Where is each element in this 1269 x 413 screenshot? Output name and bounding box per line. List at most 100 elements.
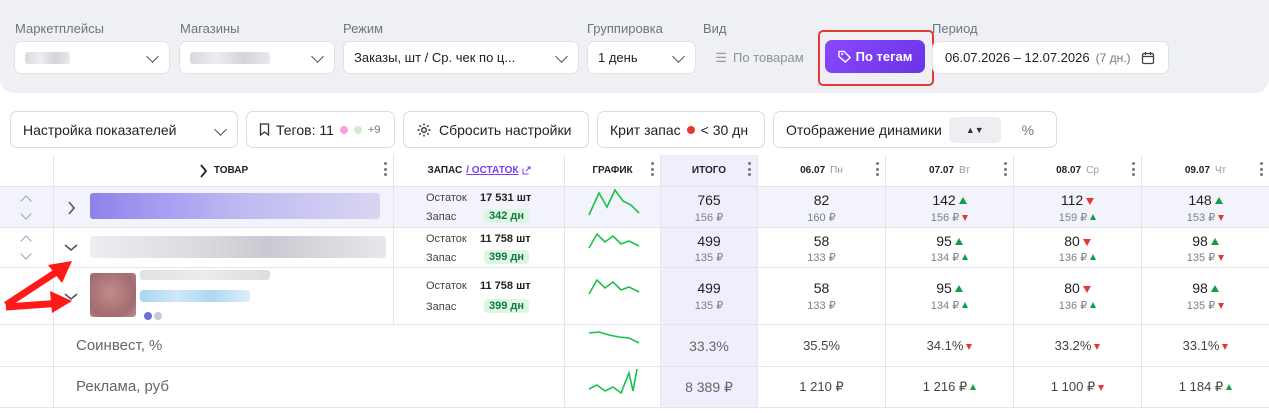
reset-settings-button[interactable]: Сбросить настройки: [403, 111, 589, 148]
up-arrow-icon: [1090, 254, 1097, 260]
up-arrow-icon: [970, 384, 977, 390]
header-day-weekday: Вт: [959, 165, 970, 176]
day-sub-value: 135 ₽: [1186, 300, 1216, 312]
kebab-icon[interactable]: [1260, 162, 1263, 176]
day-value-cell: 82 160 ₽: [758, 187, 886, 228]
day-value: 80: [1064, 233, 1080, 249]
shops-select[interactable]: [179, 41, 335, 74]
ostatok-label: Остаток: [426, 280, 467, 292]
by-tags-button[interactable]: По тегам: [825, 40, 925, 73]
day-value: 95: [936, 280, 952, 296]
total-value: 499: [697, 280, 721, 296]
day-value: 98: [1192, 233, 1208, 249]
summary-label: Соинвест, %: [76, 337, 163, 354]
header-day[interactable]: 09.07 Чт: [1142, 155, 1269, 187]
kebab-icon[interactable]: [384, 162, 387, 176]
shops-value-blurred: [190, 51, 270, 64]
day-value: 98: [1192, 280, 1208, 296]
header-stock-link[interactable]: / ОСТАТОК: [466, 165, 518, 176]
total-cell: 499 135 ₽: [661, 268, 758, 325]
crit-stock-button[interactable]: Крит запас < 30 дн: [597, 111, 765, 148]
mode-select[interactable]: Заказы, шт / Ср. чек по ц...: [343, 41, 579, 74]
down-arrow-icon: [962, 215, 969, 221]
product-row[interactable]: [54, 268, 394, 325]
header-day[interactable]: 08.07 Ср: [1014, 155, 1142, 187]
header-chart[interactable]: ГРАФИК: [565, 155, 661, 187]
kebab-icon[interactable]: [1132, 162, 1135, 176]
product-name-blurred: [90, 236, 386, 258]
move-up-icon[interactable]: [20, 195, 32, 207]
summary-day-cell: 33.1%: [1142, 325, 1269, 367]
day-value-cell: 98 135 ₽: [1142, 268, 1269, 325]
marketplaces-select[interactable]: [14, 41, 170, 74]
day-value-cell: 95 134 ₽: [886, 268, 1014, 325]
zapas-value: 399 дн: [484, 299, 530, 313]
tag-icon: [837, 50, 851, 63]
header-total[interactable]: ИТОГО: [661, 155, 758, 187]
down-arrow-icon: [1218, 215, 1225, 221]
sparkline-chart: [588, 331, 640, 344]
chevron-right-icon[interactable]: [67, 201, 76, 215]
grouping-label: Группировка: [587, 21, 663, 36]
total-cell: 499 135 ₽: [661, 228, 758, 268]
tag-dot: [144, 312, 152, 320]
chevron-down-icon: [672, 50, 685, 63]
day-value: 95: [936, 233, 952, 249]
day-value-cell: 98 135 ₽: [1142, 228, 1269, 268]
product-row[interactable]: [54, 228, 394, 268]
product-row[interactable]: [54, 187, 394, 228]
header-day[interactable]: 07.07 Вт: [886, 155, 1014, 187]
shops-label: Магазины: [180, 21, 240, 36]
sort-arrows-button[interactable]: ▲▼: [948, 116, 1001, 143]
header-product[interactable]: ТОВАР: [54, 155, 394, 187]
day-sub-value: 134 ₽: [930, 252, 960, 264]
chevron-right-icon: [200, 163, 208, 178]
sparkline-cell: [565, 187, 661, 228]
down-arrow-icon: [966, 344, 973, 350]
down-arrow-icon: [1218, 255, 1225, 261]
zapas-value: 342 дн: [484, 209, 530, 223]
percent-button[interactable]: %: [1008, 122, 1048, 138]
down-arrow-icon: [1094, 344, 1101, 350]
tags-count: Тегов: 11: [276, 121, 334, 138]
by-tags-label: По тегам: [855, 49, 913, 64]
summary-label-cell: Реклама, руб: [54, 367, 565, 408]
sparkline-cell: [565, 367, 661, 408]
bookmark-icon: [259, 123, 270, 136]
period-picker[interactable]: 06.07.2026 – 12.07.2026 (7 дн.): [932, 41, 1169, 74]
total-cell: 765 156 ₽: [661, 187, 758, 228]
total-sub: 135 ₽: [694, 252, 724, 264]
period-value: 06.07.2026 – 12.07.2026: [945, 50, 1090, 65]
kebab-icon[interactable]: [748, 162, 751, 176]
crit-stock-value: < 30 дн: [700, 121, 749, 138]
summary-day-value: 34.1%: [926, 338, 964, 353]
day-value: 148: [1188, 192, 1212, 208]
filter-bar: Маркетплейсы Магазины Режим Заказы, шт /…: [0, 0, 1269, 93]
marketplaces-value-blurred: [25, 51, 70, 64]
up-arrow-icon: [962, 254, 969, 260]
header-day[interactable]: 06.07 Пн: [758, 155, 886, 187]
move-down-icon[interactable]: [20, 208, 32, 220]
stock-cell: Остаток 11 758 шт Запас 399 дн: [394, 268, 565, 325]
grouping-select[interactable]: 1 день: [587, 41, 696, 74]
kebab-icon[interactable]: [651, 162, 654, 176]
day-value-cell: 95 134 ₽: [886, 228, 1014, 268]
summary-total: 8 389 ₽: [685, 379, 733, 395]
metrics-settings-select[interactable]: Настройка показателей: [10, 111, 238, 148]
header-total-label: ИТОГО: [691, 165, 727, 176]
period-label: Период: [932, 21, 978, 36]
list-icon: ☰: [715, 49, 728, 65]
chevron-down-icon: [146, 50, 159, 63]
header-day-weekday: Пн: [830, 165, 843, 176]
tags-filter-button[interactable]: Тегов: 11 +9: [246, 111, 395, 148]
header-day-date: 09.07: [1184, 165, 1210, 176]
kebab-icon[interactable]: [1004, 162, 1007, 176]
header-stock[interactable]: ЗАПАС / ОСТАТОК: [394, 155, 565, 187]
down-arrow-icon: [1218, 303, 1225, 309]
by-products-button[interactable]: ☰ По товарам: [703, 41, 816, 74]
arrow-annotation-icon: [4, 261, 72, 313]
total-cell: 33.3%: [661, 325, 758, 367]
zapas-label: Запас: [426, 211, 457, 223]
by-products-label: По товарам: [733, 50, 804, 65]
kebab-icon[interactable]: [876, 162, 879, 176]
